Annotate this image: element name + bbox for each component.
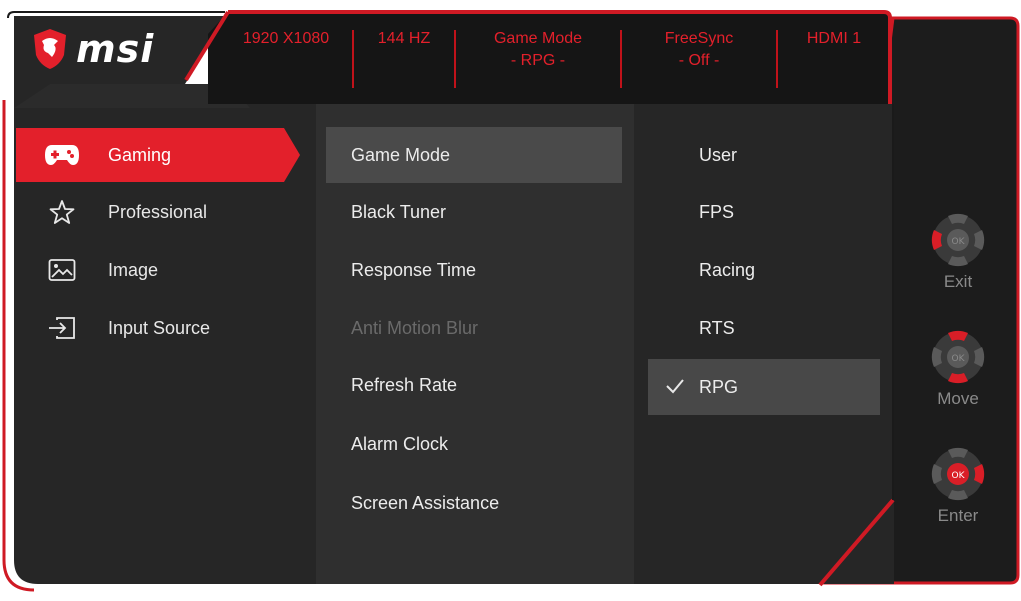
submenu-label: Response Time (351, 259, 477, 280)
status-divider (620, 30, 622, 88)
nav-label: Exit (943, 272, 973, 291)
status-freesync: FreeSync - Off - (630, 28, 768, 72)
submenu-label: Screen Assistance (351, 492, 500, 513)
option-rts[interactable]: RTS (648, 300, 880, 356)
submenu-label: Refresh Rate (351, 374, 458, 395)
gamepad-icon (42, 143, 82, 167)
category-label: Gaming (108, 144, 172, 165)
status-game-mode: Game Mode - RPG - (466, 28, 610, 72)
option-label: Racing (699, 259, 756, 280)
submenu-black-tuner[interactable]: Black Tuner (326, 184, 622, 240)
option-label: RPG (699, 376, 739, 397)
option-user[interactable]: User (648, 127, 880, 183)
option-label: RTS (699, 317, 735, 338)
option-label: User (699, 144, 738, 165)
submenu-label: Alarm Clock (351, 433, 449, 454)
status-refresh: 144 HZ (360, 28, 448, 50)
status-divider (454, 30, 456, 88)
nav-label: Enter (937, 506, 979, 525)
option-racing[interactable]: Racing (648, 242, 880, 298)
msi-logo: msi (32, 24, 154, 74)
submenu-label: Game Mode (351, 144, 451, 165)
joystick-center-label: OK (952, 237, 966, 247)
submenu-label: Black Tuner (351, 201, 447, 222)
logo-text: msi (76, 27, 155, 71)
status-line: HDMI 1 (806, 30, 862, 47)
joystick-center-label: OK (952, 354, 966, 364)
status-divider (776, 30, 778, 88)
input-source-icon (42, 316, 82, 340)
star-icon (42, 199, 82, 225)
option-label: FPS (699, 201, 735, 222)
option-rpg[interactable]: RPG (648, 359, 880, 415)
nav-exit: OK Exit (926, 208, 990, 292)
category-label: Professional (108, 201, 208, 222)
status-subline: - Off - (678, 52, 720, 69)
category-input-source[interactable]: Input Source (16, 300, 296, 356)
status-input: HDMI 1 (786, 28, 882, 50)
nav-move: OK Move (926, 325, 990, 409)
submenu-label: Anti Motion Blur (351, 317, 479, 338)
status-line: FreeSync (664, 30, 734, 47)
status-line: 144 HZ (377, 30, 431, 47)
status-subline: - RPG - (510, 52, 566, 69)
joystick-left-icon: OK (931, 213, 985, 267)
status-resolution: 1920 X1080 (234, 28, 338, 50)
status-divider (352, 30, 354, 88)
submenu-anti-motion-blur: Anti Motion Blur (326, 300, 622, 356)
submenu-alarm-clock[interactable]: Alarm Clock (326, 416, 622, 472)
joystick-center-label: OK (952, 471, 966, 481)
nav-enter: OK Enter (926, 442, 990, 526)
category-label: Input Source (108, 317, 211, 338)
nav-label: Move (937, 389, 979, 408)
submenu-game-mode[interactable]: Game Mode (326, 127, 622, 183)
status-line: 1920 X1080 (242, 30, 330, 47)
status-line: Game Mode (493, 30, 583, 47)
msi-dragon-shield-icon (34, 29, 66, 69)
category-image[interactable]: Image (16, 242, 296, 298)
checkmark-icon (665, 377, 685, 400)
option-fps[interactable]: FPS (648, 184, 880, 240)
category-label: Image (108, 259, 159, 280)
category-gaming[interactable]: Gaming (16, 127, 296, 183)
osd-menu: msi 1920 X1080 144 HZ Game Mode - RPG - … (0, 0, 1021, 601)
joystick-up-down-icon: OK (931, 330, 985, 384)
submenu-screen-assistance[interactable]: Screen Assistance (326, 475, 622, 531)
submenu-response-time[interactable]: Response Time (326, 242, 622, 298)
image-icon (42, 258, 82, 282)
joystick-ok-icon: OK (931, 447, 985, 501)
category-professional[interactable]: Professional (16, 184, 296, 240)
submenu-refresh-rate[interactable]: Refresh Rate (326, 357, 622, 413)
